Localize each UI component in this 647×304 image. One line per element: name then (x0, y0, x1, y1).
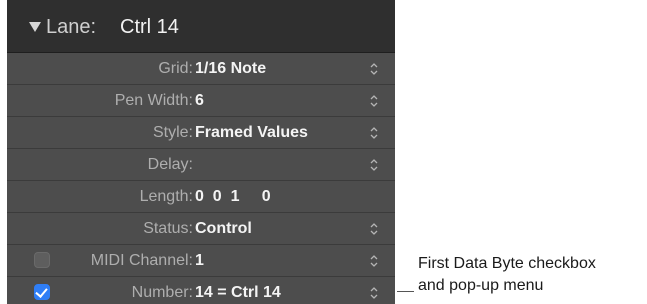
style-row: Style: Framed Values (7, 117, 395, 149)
status-label: Status: (143, 220, 193, 237)
updown-arrows-icon[interactable] (369, 254, 379, 268)
midi-channel-checkbox[interactable] (34, 252, 50, 268)
number-popup[interactable]: 14 = Ctrl 14 (195, 284, 281, 302)
callout-leader-line (397, 291, 414, 292)
updown-arrows-icon[interactable] (369, 62, 379, 76)
status-row: Status: Control (7, 213, 395, 245)
lane-name: Ctrl 14 (120, 16, 179, 38)
callout-annotation: First Data Byte checkbox and pop-up menu (418, 253, 596, 297)
callout-line-2: and pop-up menu (418, 277, 544, 294)
updown-arrows-icon[interactable] (369, 286, 379, 300)
number-label: Number: (131, 284, 193, 301)
length-row: Length: 0 0 1 0 (7, 181, 395, 213)
delay-row: Delay: (7, 149, 395, 181)
length-field[interactable]: 0 0 1 0 (195, 188, 271, 206)
midi-channel-popup[interactable]: 1 (195, 252, 204, 270)
first-data-byte-checkbox[interactable] (34, 284, 50, 300)
status-popup[interactable]: Control (195, 220, 252, 238)
updown-arrows-icon[interactable] (369, 94, 379, 108)
checkmark-icon (35, 285, 48, 298)
number-row: Number: 14 = Ctrl 14 (7, 277, 395, 304)
style-label: Style: (152, 124, 193, 141)
grid-label: Grid: (158, 60, 193, 77)
callout-line-1: First Data Byte checkbox (418, 255, 596, 272)
lane-inspector-panel: Lane: Ctrl 14 Grid: 1/16 Note Pen Width:… (7, 0, 395, 304)
lane-label: Lane: (46, 16, 97, 38)
pen-width-row: Pen Width: 6 (7, 85, 395, 117)
delay-label: Delay: (147, 156, 193, 173)
grid-popup[interactable]: 1/16 Note (195, 60, 266, 78)
updown-arrows-icon[interactable] (369, 222, 379, 236)
disclosure-triangle-icon[interactable] (29, 22, 41, 32)
updown-arrows-icon[interactable] (369, 126, 379, 140)
midi-channel-label: MIDI Channel: (90, 252, 193, 269)
pen-width-label: Pen Width: (114, 92, 193, 109)
lane-header[interactable]: Lane: Ctrl 14 (7, 0, 395, 53)
grid-row: Grid: 1/16 Note (7, 53, 395, 85)
length-label: Length: (139, 188, 193, 205)
updown-arrows-icon[interactable] (369, 158, 379, 172)
style-popup[interactable]: Framed Values (195, 124, 308, 142)
midi-channel-row: MIDI Channel: 1 (7, 245, 395, 277)
pen-width-popup[interactable]: 6 (195, 92, 204, 110)
